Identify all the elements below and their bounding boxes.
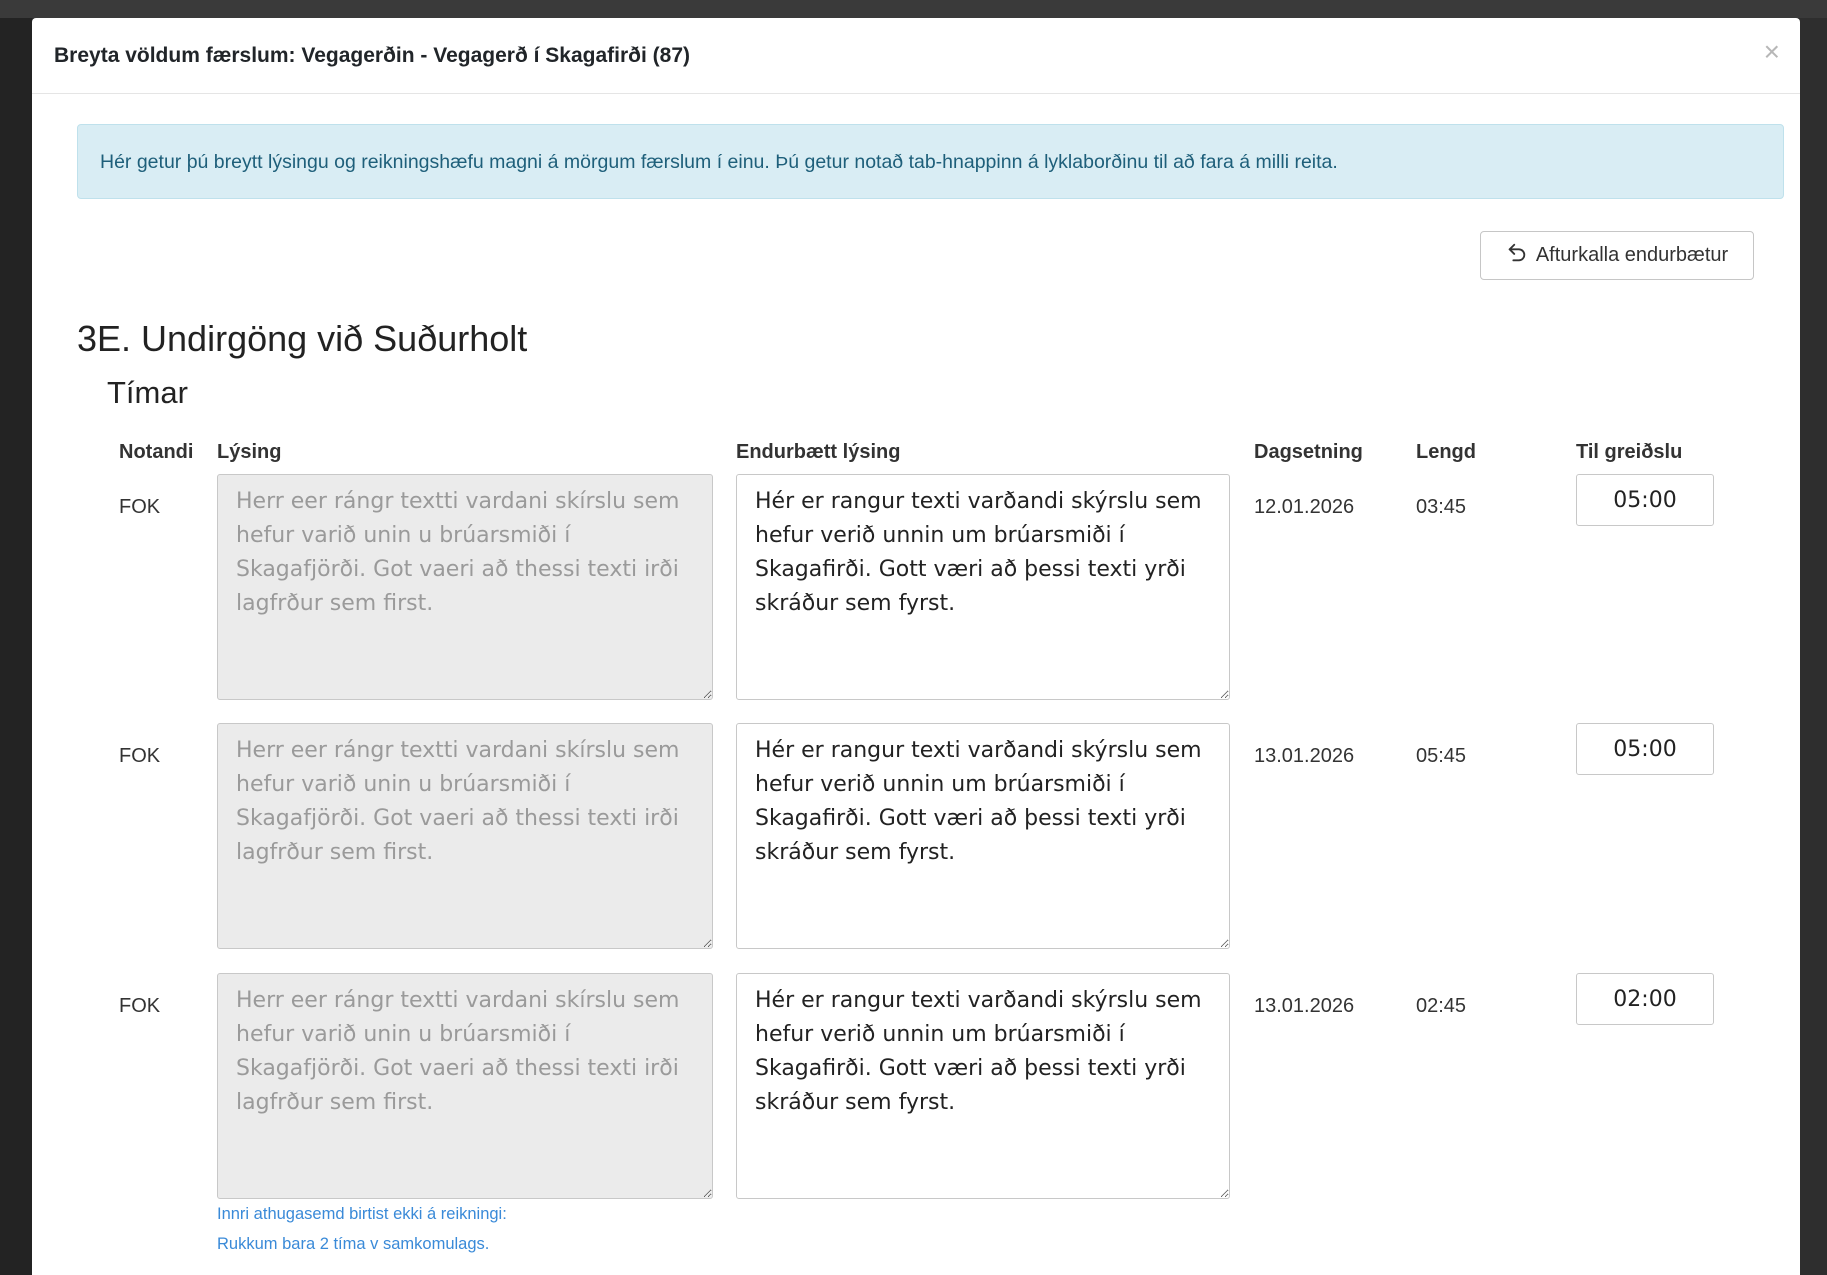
row-user: FOK	[119, 496, 161, 518]
undo-arrow-icon	[1506, 242, 1528, 270]
original-description-field[interactable]: Herr eer rángr textti vardani skírslu se…	[217, 723, 713, 949]
close-icon[interactable]: ×	[1764, 38, 1780, 66]
section-subtitle: Tímar	[107, 375, 188, 410]
header-description: Lýsing	[217, 441, 282, 463]
section-title: 3E. Undirgöng við Suðurholt	[77, 318, 528, 359]
row-user: FOK	[119, 995, 161, 1017]
background-topbar	[0, 0, 1827, 18]
row-date: 13.01.2026	[1254, 745, 1355, 767]
modal-title: Breyta völdum færslum: Vegagerðin - Vega…	[54, 44, 691, 67]
payable-input[interactable]	[1576, 723, 1714, 775]
original-description-field[interactable]: Herr eer rángr textti vardani skírslu se…	[217, 973, 713, 1199]
improved-description-field[interactable]: Hér er rangur texti varðandi skýrslu sem…	[736, 474, 1230, 700]
row-length: 05:45	[1416, 745, 1467, 767]
background-right-strip	[1800, 18, 1827, 1275]
row-length: 03:45	[1416, 496, 1467, 518]
payable-input[interactable]	[1576, 973, 1714, 1025]
header-payable: Til greiðslu	[1576, 441, 1683, 463]
header-length: Lengd	[1416, 441, 1476, 463]
improved-description-field[interactable]: Hér er rangur texti varðandi skýrslu sem…	[736, 973, 1230, 1199]
background-left-strip	[0, 18, 32, 1275]
modal-header: Breyta völdum færslum: Vegagerðin - Vega…	[32, 18, 1800, 94]
header-user: Notandi	[119, 441, 194, 463]
row-date: 13.01.2026	[1254, 995, 1355, 1017]
row-length: 02:45	[1416, 995, 1467, 1017]
info-alert: Hér getur þú breytt lýsingu og reiknings…	[77, 124, 1784, 199]
row-date: 12.01.2026	[1254, 496, 1355, 518]
header-date: Dagsetning	[1254, 441, 1363, 463]
edit-entries-modal: Breyta völdum færslum: Vegagerðin - Vega…	[32, 18, 1800, 1275]
improved-description-field[interactable]: Hér er rangur texti varðandi skýrslu sem…	[736, 723, 1230, 949]
row-user: FOK	[119, 745, 161, 767]
header-improved-description: Endurbætt lýsing	[736, 441, 901, 463]
internal-note-text: Rukkum bara 2 tíma v samkomulags.	[217, 1235, 490, 1253]
internal-note-label: Innri athugasemd birtist ekki á reikning…	[217, 1205, 507, 1223]
undo-improvements-button[interactable]: Afturkalla endurbætur	[1480, 231, 1754, 280]
original-description-field[interactable]: Herr eer rángr textti vardani skírslu se…	[217, 474, 713, 700]
payable-input[interactable]	[1576, 474, 1714, 526]
undo-button-label: Afturkalla endurbætur	[1535, 244, 1729, 266]
